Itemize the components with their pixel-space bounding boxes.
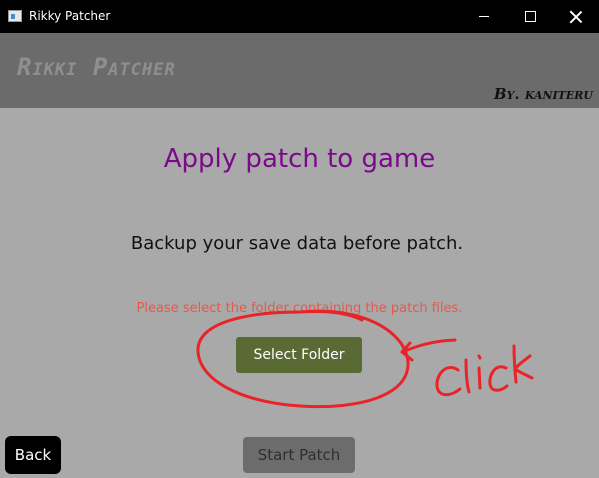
back-button[interactable]: Back <box>5 436 61 474</box>
author-credit: By. kaniteru <box>493 85 593 103</box>
folder-warning: Please select the folder containing the … <box>136 301 463 316</box>
backup-notice: Backup your save data before patch. <box>130 233 464 254</box>
maximize-icon <box>524 11 536 22</box>
close-icon <box>570 11 582 23</box>
start-patch-button[interactable]: Start Patch <box>243 437 355 473</box>
select-folder-button[interactable]: Select Folder <box>236 337 362 373</box>
main-panel: Apply patch to game Backup your save dat… <box>0 108 599 478</box>
page-heading: Apply patch to game <box>163 144 436 174</box>
app-icon <box>8 10 22 22</box>
close-button[interactable] <box>553 0 599 33</box>
window-title: Rikky Patcher <box>29 9 111 23</box>
app-header: Rikki Patcher By. kaniteru <box>0 33 599 108</box>
app-title: Rikki Patcher <box>17 53 176 81</box>
minimize-icon <box>479 16 489 17</box>
minimize-button[interactable] <box>461 0 507 33</box>
window-titlebar: Rikky Patcher <box>0 0 599 33</box>
maximize-button[interactable] <box>507 0 553 33</box>
